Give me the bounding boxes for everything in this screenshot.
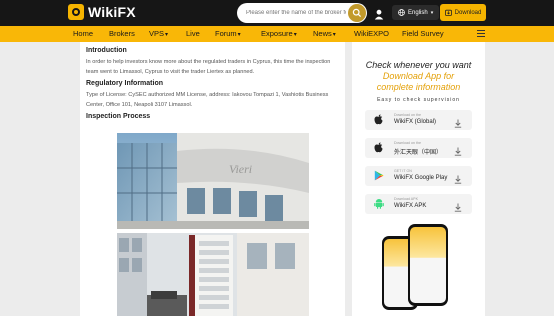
apple-icon: [373, 142, 384, 153]
nav-label: Home: [73, 29, 94, 38]
promo-title: Check whenever you want: [365, 60, 472, 70]
search-button[interactable]: [348, 4, 366, 22]
app-phones-illustration: [382, 220, 454, 316]
page-background-right: [485, 42, 554, 316]
globe-icon: [398, 9, 405, 16]
language-selector[interactable]: English ▾: [392, 5, 440, 20]
download-button[interactable]: Download: [440, 4, 486, 21]
language-label: English: [408, 9, 428, 16]
search-box: [237, 3, 367, 23]
store-link-google-play[interactable]: GET IT ON WikiFX Google Play: [365, 166, 472, 186]
chevron-down-icon: ▾: [332, 32, 336, 38]
app-download-sidebar: Check whenever you want Download App for…: [352, 42, 485, 316]
download-icon: [454, 143, 462, 161]
google-play-icon: [373, 170, 384, 181]
android-icon: [373, 198, 384, 209]
promo-line-download: Download App for: [382, 71, 455, 81]
promo-tagline: Easy to check supervision: [377, 97, 460, 103]
chevron-down-icon: ▾: [237, 32, 241, 38]
download-icon: [454, 115, 462, 133]
nav-item-exposure[interactable]: Exposure▾: [261, 26, 297, 42]
download-icon: [454, 199, 462, 217]
intro-paragraph: In order to help investors know more abo…: [86, 59, 331, 75]
directory-sign-photo: [117, 233, 309, 316]
regulatory-paragraph: Type of License: CySEC authorized MM Lic…: [86, 92, 329, 108]
chevron-down-icon: ▾: [430, 9, 434, 16]
user-account-button[interactable]: [374, 7, 384, 25]
download-label: Download: [454, 9, 482, 16]
nav-label: VPS: [149, 29, 165, 38]
store-link-wikifx-global[interactable]: Download on the WikiFX (Global): [365, 110, 472, 130]
logo-icon: [68, 4, 84, 20]
nav-item-field-survey[interactable]: Field Survey: [402, 26, 444, 42]
nav-label: Brokers: [109, 29, 135, 38]
chevron-down-icon: ▾: [165, 32, 169, 38]
promo-subtitle: Download App for complete information: [352, 71, 485, 93]
user-icon: [374, 9, 384, 20]
phone-mockup: [408, 224, 448, 306]
search-input[interactable]: [246, 10, 346, 16]
nav-label: News: [313, 29, 332, 38]
store-sub-label: Download on the: [394, 141, 421, 145]
svg-text:Vieri: Vieri: [229, 162, 252, 176]
store-link-apk[interactable]: Download APK WikiFX APK: [365, 194, 472, 214]
nav-item-news[interactable]: News▾: [313, 26, 336, 42]
intro-heading: Introduction: [86, 47, 127, 54]
top-header: WikiFX English ▾ Download: [0, 0, 554, 26]
nav-item-forum[interactable]: Forum▾: [215, 26, 241, 42]
store-name: WikiFX APK: [394, 203, 427, 209]
store-name: WikiFX Google Play: [394, 175, 448, 181]
store-sub-label: Download on the: [394, 113, 421, 117]
store-sub-label: Download APK: [394, 197, 418, 201]
nav-item-vps[interactable]: VPS▾: [149, 26, 168, 42]
brand-name: WikiFX: [88, 4, 136, 20]
main-nav: Home Brokers VPS▾ Live Forum▾ Exposure▾ …: [0, 26, 554, 42]
nav-item-wikiexpo[interactable]: WikiEXPO: [354, 26, 389, 42]
search-icon: [352, 8, 362, 18]
store-name: 外汇天眼（中国）: [394, 150, 443, 156]
nav-label: WikiEXPO: [354, 29, 390, 38]
regulatory-heading: Regulatory Information: [86, 80, 164, 87]
menu-icon[interactable]: [477, 30, 485, 37]
nav-item-home[interactable]: Home: [73, 26, 93, 42]
nav-label: Exposure: [261, 29, 293, 38]
download-icon: [444, 9, 452, 16]
nav-item-brokers[interactable]: Brokers: [109, 26, 135, 42]
chevron-down-icon: ▾: [293, 32, 297, 38]
nav-label: Live: [186, 29, 200, 38]
download-icon: [454, 171, 462, 189]
nav-item-live[interactable]: Live: [186, 26, 200, 42]
inspection-heading: Inspection Process: [86, 113, 151, 120]
office-building-photo: Vieri: [117, 133, 309, 229]
nav-label: Field Survey: [402, 29, 444, 38]
store-name: WikiFX (Global): [394, 119, 437, 125]
store-link-wikifx-china[interactable]: Download on the 外汇天眼（中国）: [365, 138, 472, 158]
store-sub-label: GET IT ON: [394, 169, 412, 173]
nav-label: Forum: [215, 29, 237, 38]
promo-line-info: complete information: [376, 82, 461, 92]
apple-icon: [373, 114, 384, 125]
wikifx-logo[interactable]: WikiFX: [68, 4, 136, 20]
